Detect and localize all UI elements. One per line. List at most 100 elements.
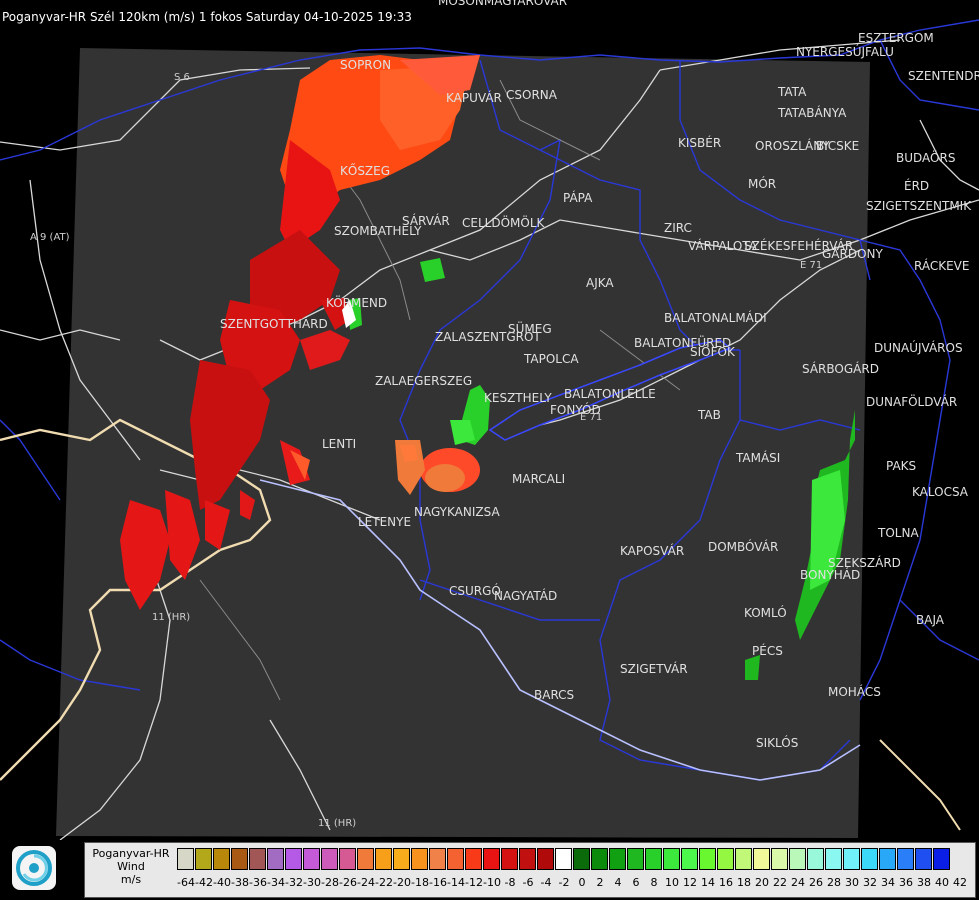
legend-swatch	[609, 848, 626, 870]
city-label: KÖRMEND	[326, 294, 387, 310]
road-label: 11 (HR)	[152, 612, 190, 623]
color-legend: Poganyvar-HR Wind m/s -64 -42 -40 -38 -36 -34…	[84, 842, 976, 898]
city-label: MOHÁCS	[828, 684, 881, 699]
city-label: SZOMBATHELY	[334, 224, 422, 238]
legend-swatch	[231, 848, 248, 870]
legend-swatch	[879, 848, 896, 870]
city-label: SZIGETVÁR	[620, 661, 688, 676]
legend-tick-label: 4	[614, 876, 622, 889]
legend-tick-label: -24	[357, 876, 375, 889]
legend-swatch	[177, 848, 194, 870]
city-label: SOPRON	[340, 58, 391, 72]
city-label: BICSKE	[816, 139, 859, 153]
legend-swatch	[555, 848, 572, 870]
legend-tick-label: 18	[737, 876, 751, 889]
legend-tick-label: -28	[321, 876, 339, 889]
header-title: Poganyvar-HR Szél 120km (m/s) 1 fokos Sa…	[2, 10, 412, 24]
legend-tick-label: -20	[393, 876, 411, 889]
city-label: ÉRD	[904, 178, 929, 193]
legend-tick-label: 42	[953, 876, 967, 889]
national-border-east	[879, 739, 961, 831]
city-label: KŐSZEG	[340, 163, 390, 178]
legend-tick-label: 6	[632, 876, 640, 889]
legend-ticks: -64 -42 -40 -38 -36 -34 -32 -30 -28 -26 -24 -22 -20-…	[177, 876, 973, 892]
legend-tick-label: -4	[540, 876, 552, 889]
city-label: DUNAFÖLDVÁR	[866, 393, 957, 409]
city-label: DUNAÚJVÁROS	[874, 340, 963, 355]
legend-swatch	[771, 848, 788, 870]
city-label: KOMLÓ	[744, 605, 787, 620]
city-label: BAJA	[916, 613, 945, 627]
legend-tick-label: -36	[249, 876, 267, 889]
legend-tick-label: -30	[303, 876, 321, 889]
legend-tick-label: -18	[411, 876, 429, 889]
legend-tick-label: -26	[339, 876, 357, 889]
legend-tick-label: -6	[522, 876, 534, 889]
legend-swatch	[645, 848, 662, 870]
legend-swatch	[195, 848, 212, 870]
legend-swatch	[285, 848, 302, 870]
city-label: PÁPA	[563, 190, 593, 205]
legend-swatch	[411, 848, 428, 870]
city-label: SZENTGOTTHÁRD	[220, 316, 328, 331]
legend-swatch	[627, 848, 644, 870]
legend-swatch	[933, 848, 950, 870]
legend-tick-label: -2	[558, 876, 570, 889]
city-label: PAKS	[886, 459, 916, 473]
city-label: KAPOSVÁR	[620, 543, 684, 558]
legend-swatch	[753, 848, 770, 870]
city-label: TAPOLCA	[523, 352, 579, 366]
legend-swatch	[483, 848, 500, 870]
legend-swatch	[789, 848, 806, 870]
legend-tick-label: -38	[231, 876, 249, 889]
city-label: RÁCKEVE	[914, 258, 969, 273]
city-label: MOSONMAGYARÓVÁR	[438, 0, 567, 8]
legend-tick-label: 12	[683, 876, 697, 889]
radar-map: MOSONMAGYARÓVÁR ESZTERGOMNYERGESÚJFALU SZE…	[0, 0, 979, 840]
city-label: CELLDÖMÖLK	[462, 214, 546, 230]
legend-tick-label: -16	[429, 876, 447, 889]
legend-tick-label: 30	[845, 876, 859, 889]
legend-swatch	[897, 848, 914, 870]
legend-swatch	[357, 848, 374, 870]
legend-swatch	[717, 848, 734, 870]
city-label: MARCALI	[512, 472, 565, 486]
legend-tick-label: -64	[177, 876, 195, 889]
city-label: ZIRC	[664, 221, 692, 235]
city-label: GÁRDONY	[822, 246, 884, 261]
legend-tick-label: 32	[863, 876, 877, 889]
legend-swatch	[465, 848, 482, 870]
legend-swatches	[177, 848, 951, 870]
city-label: TAMÁSI	[735, 450, 780, 465]
city-label: ESZTERGOM	[858, 31, 934, 45]
city-label: SZIGETSZENTMIK	[866, 199, 972, 213]
city-label: TATA	[777, 85, 807, 99]
legend-tick-label: 36	[899, 876, 913, 889]
legend-swatch	[735, 848, 752, 870]
legend-swatch	[681, 848, 698, 870]
road-label: E 71	[580, 412, 602, 423]
city-label: BUDAÖRS	[896, 149, 955, 165]
legend-swatch	[573, 848, 590, 870]
legend-tick-label: 10	[665, 876, 679, 889]
legend-tick-label: 22	[773, 876, 787, 889]
legend-tick-label: 24	[791, 876, 805, 889]
radar-page: { "header": {"title": "Poganyvar-HR Szél…	[0, 0, 979, 900]
legend-tick-label: 2	[596, 876, 604, 889]
city-label: KISBÉR	[678, 135, 721, 150]
city-label: KALOCSA	[912, 485, 969, 499]
legend-tick-label: 20	[755, 876, 769, 889]
legend-tick-label: 0	[578, 876, 586, 889]
city-label: MÓR	[748, 176, 776, 191]
legend-swatch	[393, 848, 410, 870]
road-label: 11 (HR)	[318, 818, 356, 829]
city-label: KAPUVÁR	[446, 90, 502, 105]
city-label: CSORNA	[506, 88, 558, 102]
legend-swatch	[825, 848, 842, 870]
city-label: NYERGESÚJFALU	[796, 44, 894, 59]
city-label: DOMBÓVÁR	[708, 539, 778, 554]
legend-swatch	[699, 848, 716, 870]
legend-tick-label: -10	[483, 876, 501, 889]
road-label: E 71	[800, 260, 822, 271]
legend-swatch	[843, 848, 860, 870]
